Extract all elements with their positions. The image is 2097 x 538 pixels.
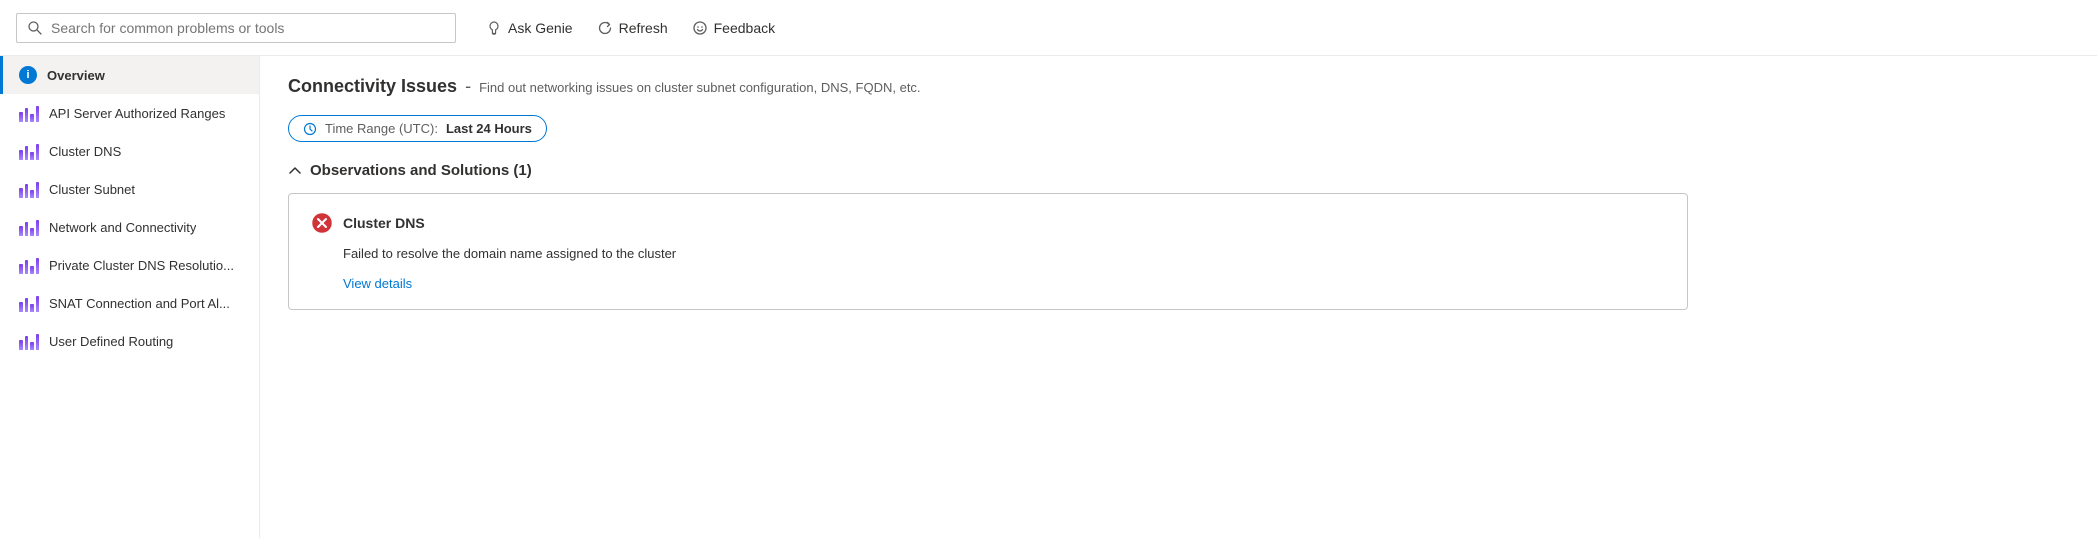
- top-bar-actions: Ask Genie Refresh Feedback: [476, 14, 785, 42]
- page-title: Connectivity Issues: [288, 76, 457, 97]
- sidebar-item-label: Cluster Subnet: [49, 182, 135, 197]
- sidebar-item-label: SNAT Connection and Port Al...: [49, 296, 230, 311]
- sidebar-item-cluster-dns[interactable]: Cluster DNS: [0, 132, 259, 170]
- time-range-value: Last 24 Hours: [446, 121, 532, 136]
- sidebar-item-label: User Defined Routing: [49, 334, 173, 349]
- bar-chart-icon: [19, 332, 39, 350]
- bar-chart-icon: [19, 256, 39, 274]
- chevron-up-icon: [288, 164, 302, 178]
- time-range-button[interactable]: Time Range (UTC): Last 24 Hours: [288, 115, 547, 142]
- sidebar-item-label: API Server Authorized Ranges: [49, 106, 225, 121]
- sidebar-item-label: Private Cluster DNS Resolutio...: [49, 258, 234, 273]
- sidebar-item-network-connectivity[interactable]: Network and Connectivity: [0, 208, 259, 246]
- obs-description: Failed to resolve the domain name assign…: [343, 246, 1665, 261]
- view-details-link[interactable]: View details: [343, 276, 412, 291]
- sidebar-item-cluster-subnet[interactable]: Cluster Subnet: [0, 170, 259, 208]
- ask-genie-button[interactable]: Ask Genie: [476, 14, 583, 42]
- time-range-label: Time Range (UTC):: [325, 121, 438, 136]
- genie-icon: [486, 20, 502, 36]
- bar-chart-icon: [19, 294, 39, 312]
- feedback-label: Feedback: [714, 20, 775, 36]
- observations-title: Observations and Solutions (1): [310, 162, 532, 179]
- sidebar-item-private-cluster[interactable]: Private Cluster DNS Resolutio...: [0, 246, 259, 284]
- page-subtitle: Find out networking issues on cluster su…: [479, 80, 920, 95]
- top-bar: Ask Genie Refresh Feedback: [0, 0, 2097, 56]
- sidebar-item-snat[interactable]: SNAT Connection and Port Al...: [0, 284, 259, 322]
- info-icon: i: [19, 66, 37, 84]
- title-separator: -: [465, 76, 471, 97]
- ask-genie-label: Ask Genie: [508, 20, 573, 36]
- feedback-button[interactable]: Feedback: [682, 14, 785, 42]
- obs-card-header: Cluster DNS: [311, 212, 1665, 234]
- content-area: Connectivity Issues - Find out networkin…: [260, 56, 2097, 538]
- observations-section-header[interactable]: Observations and Solutions (1): [288, 162, 2069, 179]
- sidebar-item-user-defined-routing[interactable]: User Defined Routing: [0, 322, 259, 360]
- search-icon: [27, 20, 43, 36]
- observation-card: Cluster DNS Failed to resolve the domain…: [288, 193, 1688, 310]
- sidebar: i Overview API Server Authorized Ranges …: [0, 56, 260, 538]
- main-layout: i Overview API Server Authorized Ranges …: [0, 56, 2097, 538]
- bar-chart-icon: [19, 218, 39, 236]
- feedback-icon: [692, 20, 708, 36]
- refresh-icon: [597, 20, 613, 36]
- sidebar-item-label: Cluster DNS: [49, 144, 121, 159]
- obs-card-title: Cluster DNS: [343, 215, 425, 231]
- search-input[interactable]: [51, 20, 445, 36]
- refresh-label: Refresh: [619, 20, 668, 36]
- bar-chart-icon: [19, 104, 39, 122]
- refresh-button[interactable]: Refresh: [587, 14, 678, 42]
- sidebar-item-api-server[interactable]: API Server Authorized Ranges: [0, 94, 259, 132]
- sidebar-item-label: Overview: [47, 68, 105, 83]
- clock-icon: [303, 122, 317, 136]
- page-title-row: Connectivity Issues - Find out networkin…: [288, 76, 2069, 97]
- search-box[interactable]: [16, 13, 456, 43]
- bar-chart-icon: [19, 180, 39, 198]
- sidebar-item-label: Network and Connectivity: [49, 220, 196, 235]
- bar-chart-icon: [19, 142, 39, 160]
- error-icon: [311, 212, 333, 234]
- sidebar-item-overview[interactable]: i Overview: [0, 56, 259, 94]
